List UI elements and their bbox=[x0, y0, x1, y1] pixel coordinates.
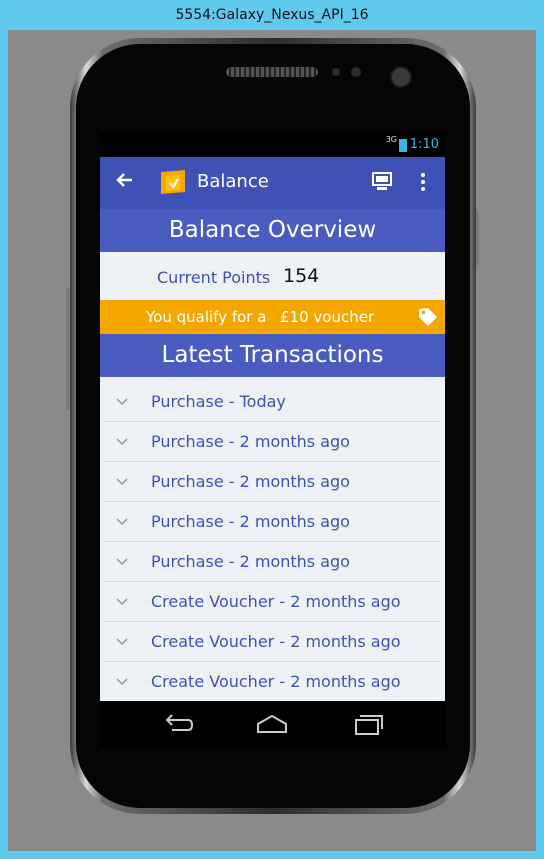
transaction-label: Create Voucher - 2 months ago bbox=[151, 672, 401, 691]
transaction-row[interactable]: Purchase - 2 months ago bbox=[105, 462, 440, 502]
arrow-back-icon[interactable] bbox=[114, 169, 140, 195]
chevron-down-icon bbox=[116, 638, 128, 646]
transaction-label: Purchase - 2 months ago bbox=[151, 552, 350, 571]
light-sensor bbox=[351, 67, 361, 77]
transaction-row[interactable]: Create Voucher - 2 months ago bbox=[105, 582, 440, 622]
tag-icon bbox=[417, 306, 439, 328]
current-points-row: Current Points 154 bbox=[100, 252, 445, 300]
transaction-label: Create Voucher - 2 months ago bbox=[151, 592, 401, 611]
status-time: 1:10 bbox=[409, 137, 439, 152]
navigation-bar bbox=[100, 701, 445, 747]
nav-home-icon[interactable] bbox=[252, 710, 292, 738]
chevron-down-icon bbox=[116, 558, 128, 566]
more-vert-icon[interactable] bbox=[411, 170, 435, 194]
front-camera bbox=[390, 66, 412, 88]
voucher-amount: £10 voucher bbox=[280, 308, 375, 326]
transaction-row[interactable]: Purchase - 2 months ago bbox=[105, 542, 440, 582]
transaction-row[interactable]: Purchase - 2 months ago bbox=[105, 502, 440, 542]
app-logo-icon bbox=[158, 168, 188, 196]
voucher-banner[interactable]: You qualify for a £10 voucher bbox=[100, 300, 445, 334]
transaction-label: Purchase - 2 months ago bbox=[151, 432, 350, 451]
chevron-down-icon bbox=[116, 398, 128, 406]
current-points-value: 154 bbox=[283, 265, 320, 287]
transaction-label: Purchase - 2 months ago bbox=[151, 512, 350, 531]
earpiece-speaker bbox=[226, 67, 318, 77]
proximity-sensor bbox=[332, 68, 340, 76]
window-title: 5554:Galaxy_Nexus_API_16 bbox=[175, 7, 369, 23]
chevron-down-icon bbox=[116, 438, 128, 446]
current-points-label: Current Points bbox=[157, 268, 271, 287]
device-screen: 3G 1:10 Balance Balance Overview Current… bbox=[100, 133, 445, 747]
battery-icon bbox=[399, 139, 407, 152]
transaction-row[interactable]: Create Voucher - 2 months ago bbox=[105, 662, 440, 701]
transaction-label: Purchase - Today bbox=[151, 392, 286, 411]
status-bar: 3G 1:10 bbox=[100, 133, 445, 157]
network-indicator: 3G bbox=[385, 135, 397, 144]
transactions-list: Purchase - Today Purchase - 2 months ago… bbox=[100, 377, 445, 707]
cast-icon[interactable] bbox=[371, 170, 395, 194]
latest-transactions-heading: Latest Transactions bbox=[100, 334, 445, 377]
app-bar: Balance bbox=[100, 157, 445, 209]
transaction-label: Create Voucher - 2 months ago bbox=[151, 632, 401, 651]
app-title: Balance bbox=[197, 171, 269, 192]
transaction-row[interactable]: Create Voucher - 2 months ago bbox=[105, 622, 440, 662]
chevron-down-icon bbox=[116, 478, 128, 486]
transaction-row[interactable]: Purchase - Today bbox=[105, 382, 440, 422]
transaction-label: Purchase - 2 months ago bbox=[151, 472, 350, 491]
chevron-down-icon bbox=[116, 678, 128, 686]
chevron-down-icon bbox=[116, 598, 128, 606]
voucher-text: You qualify for a bbox=[146, 308, 267, 326]
nav-back-icon[interactable] bbox=[158, 710, 198, 738]
balance-overview-heading: Balance Overview bbox=[100, 209, 445, 252]
nav-recents-icon[interactable] bbox=[348, 710, 388, 738]
chevron-down-icon bbox=[116, 518, 128, 526]
transaction-row[interactable]: Purchase - 2 months ago bbox=[105, 422, 440, 462]
